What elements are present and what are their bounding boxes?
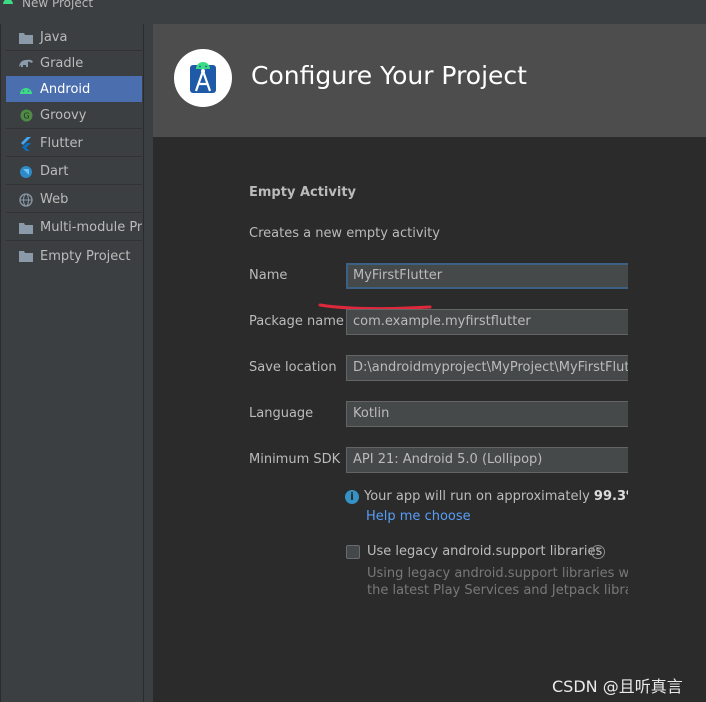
folder-icon (18, 220, 34, 236)
globe-icon (18, 192, 34, 208)
sidebar-item-web[interactable]: Web (6, 187, 142, 213)
help-me-choose-link[interactable]: Help me choose (366, 509, 471, 524)
package-name-label: Package name (249, 314, 344, 329)
sidebar-item-label: Android (40, 81, 91, 97)
sidebar-item-dart[interactable]: Dart (6, 159, 142, 185)
android-icon (3, 0, 13, 4)
android-studio-icon (174, 49, 232, 107)
android-icon (18, 81, 34, 97)
language-select[interactable]: Kotlin (346, 401, 628, 427)
sidebar-item-label: Empty Project (40, 248, 131, 264)
sidebar-item-label: Dart (40, 164, 69, 179)
sidebar-item-label: Java (40, 30, 68, 45)
sidebar-item-gradle[interactable]: Gradle (6, 50, 142, 76)
sidebar-item-empty-project[interactable]: Empty Project (6, 243, 142, 269)
sidebar-item-label: Flutter (40, 136, 83, 151)
question-mark-icon[interactable]: ? (591, 545, 605, 559)
title-bar: New Project (0, 0, 706, 12)
sidebar-item-label: Multi-module Pro (40, 220, 142, 235)
flutter-icon (18, 136, 34, 152)
template-description: Creates a new empty activity (249, 226, 440, 241)
watermark: CSDN @且听真言 (552, 677, 683, 696)
sidebar-item-groovy[interactable]: G Groovy (6, 103, 142, 129)
language-label: Language (249, 406, 314, 421)
info-text-before: Your app will run on approximately (364, 489, 594, 504)
minimum-sdk-select[interactable]: API 21: Android 5.0 (Lollipop) (346, 447, 628, 473)
sidebar-item-label: Web (40, 192, 69, 207)
legacy-hint-line-1: Using legacy android.support libraries w… (367, 566, 628, 581)
minimum-sdk-label: Minimum SDK (249, 452, 341, 467)
legacy-hint-line-2: the latest Play Services and Jetpack lib… (367, 583, 628, 598)
sidebar-item-java[interactable]: Java (6, 25, 142, 51)
sidebar-item-label: Groovy (40, 108, 87, 123)
dart-icon (18, 164, 34, 180)
folder-icon (18, 248, 34, 264)
info-icon: i (345, 490, 359, 504)
sidebar-item-flutter[interactable]: Flutter (6, 131, 142, 157)
name-field[interactable]: MyFirstFlutter (346, 263, 628, 289)
template-title: Empty Activity (249, 185, 357, 200)
legacy-libraries-checkbox[interactable] (346, 545, 360, 559)
svg-text:G: G (23, 112, 29, 121)
save-location-label: Save location (249, 360, 337, 375)
package-name-field[interactable]: com.example.myfirstflutter (346, 309, 628, 335)
coverage-percent: 99.3% (593, 489, 628, 504)
save-location-field[interactable]: D:\androidmyproject\MyProject\MyFirstFlu… (346, 355, 628, 381)
groovy-icon: G (18, 108, 34, 124)
folder-icon (18, 30, 34, 46)
sidebar-item-label: Gradle (40, 55, 84, 71)
gradle-elephant-icon (18, 55, 34, 71)
name-label: Name (249, 268, 288, 283)
window-title: New Project (22, 0, 94, 10)
sidebar-item-multi-module[interactable]: Multi-module Pro (6, 215, 142, 241)
page-title: Configure Your Project (251, 61, 527, 90)
sidebar-item-android[interactable]: Android (6, 76, 142, 102)
sdk-coverage-info: Your app will run on approximately 99.3%… (364, 489, 628, 504)
legacy-libraries-label[interactable]: Use legacy android.support libraries (367, 544, 602, 559)
